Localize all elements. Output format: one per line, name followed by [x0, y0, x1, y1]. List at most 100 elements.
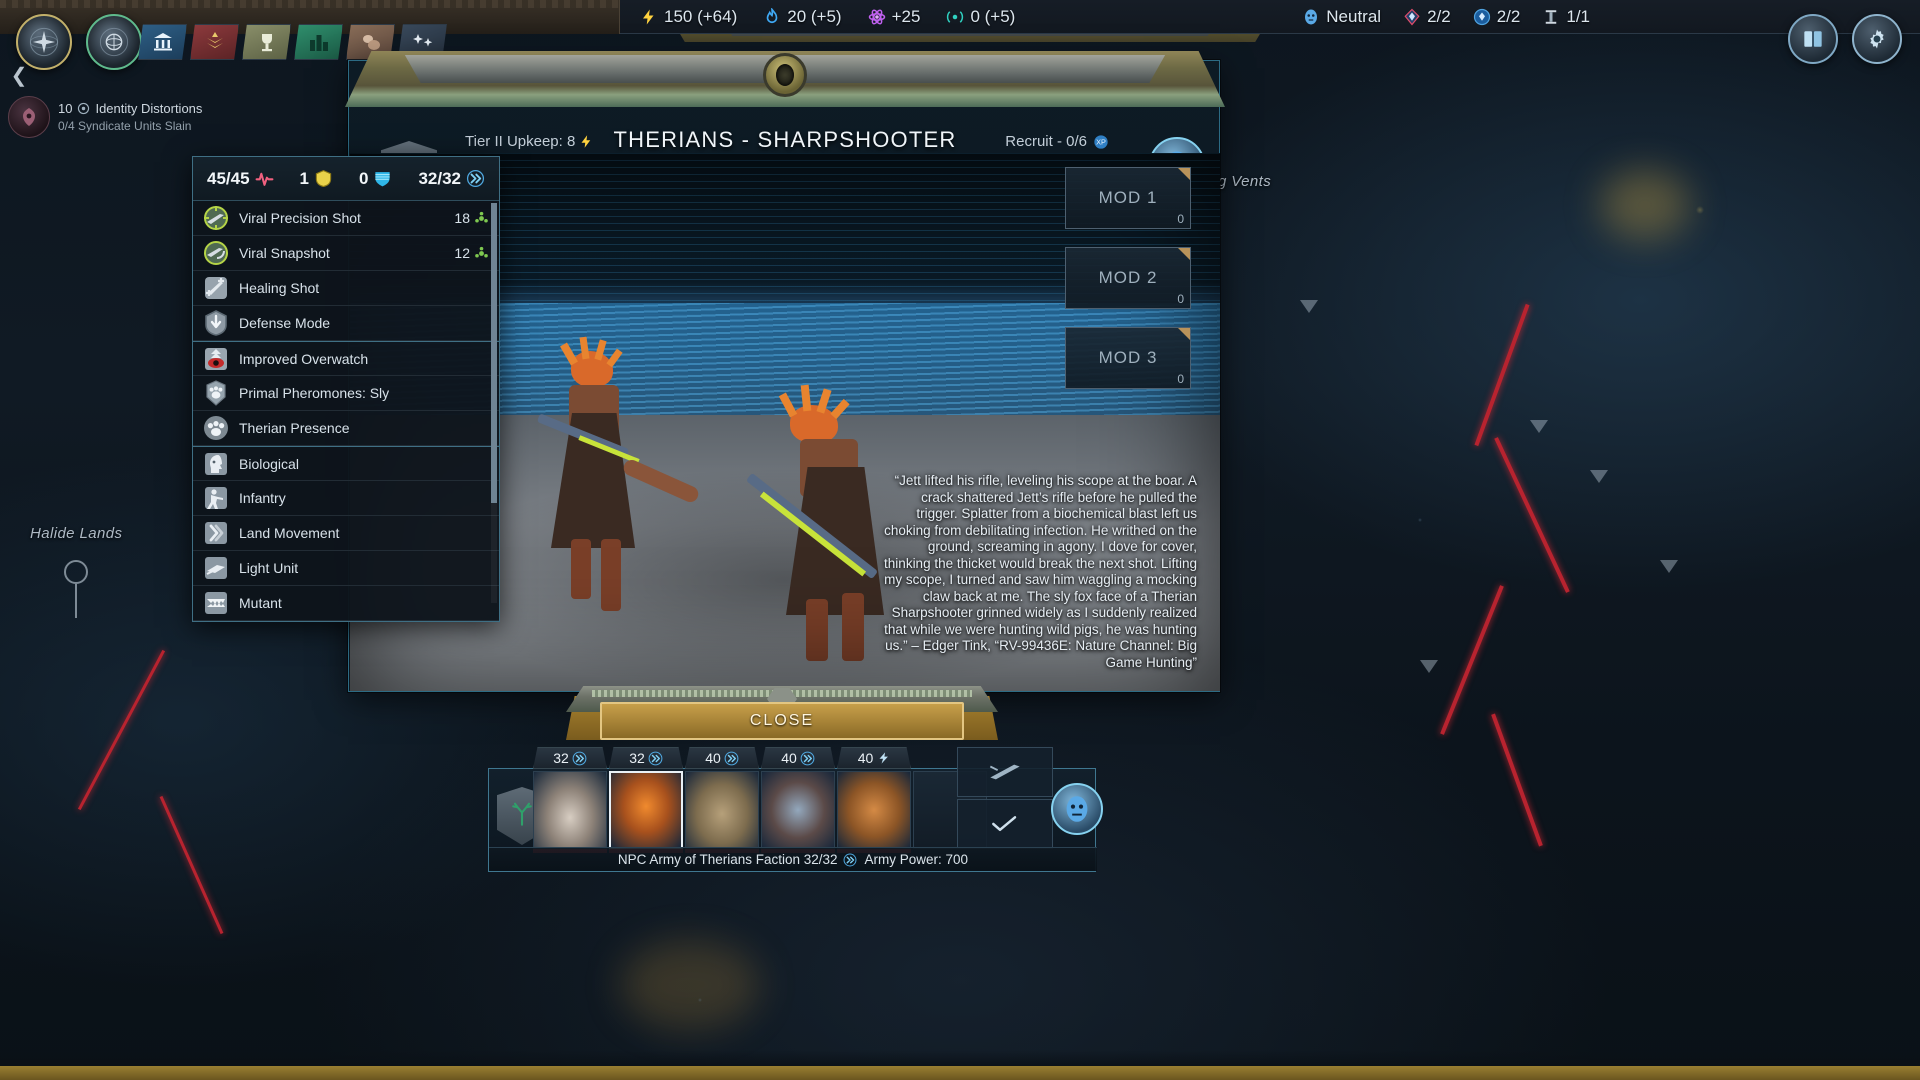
flame-icon — [763, 8, 781, 26]
territory-border — [1491, 713, 1543, 847]
tab-military[interactable] — [190, 24, 239, 60]
crown-red-icon — [1403, 8, 1421, 26]
gear-icon[interactable] — [1852, 14, 1902, 64]
resource-energy[interactable]: 150 (+64) — [640, 7, 737, 27]
map-label-halide-lands: Halide Lands — [30, 525, 123, 542]
resource-influence[interactable]: 0 (+5) — [946, 7, 1015, 27]
status-colonists-red[interactable]: 2/2 — [1403, 7, 1451, 27]
ability-mutant[interactable]: Mutant — [193, 586, 499, 621]
stat-hitpoints-value: 45/45 — [207, 168, 250, 188]
ability-value-number: 18 — [454, 210, 470, 226]
resource-production[interactable]: 20 (+5) — [763, 7, 842, 27]
ability-label: Land Movement — [239, 525, 340, 541]
bottom-shade — [0, 1050, 1920, 1066]
mod-slot-group: MOD 1 0 MOD 2 0 MOD 3 0 — [1065, 167, 1191, 407]
army-split-button[interactable] — [957, 747, 1053, 797]
mod-slot-2[interactable]: MOD 2 0 — [1065, 247, 1191, 309]
quest-progress: 0/4 Syndicate Units Slain — [58, 119, 192, 133]
unit-flavor-text: “Jett lifted his rifle, leveling his sco… — [884, 473, 1197, 670]
resource-research[interactable]: +25 — [868, 7, 920, 27]
mod-corner-icon — [1178, 248, 1190, 260]
mod-corner-icon — [1178, 168, 1190, 180]
lightning-icon — [640, 8, 658, 26]
army-unit-hp: 40 — [685, 747, 759, 769]
status-diplomacy[interactable]: Neutral — [1302, 7, 1381, 27]
ability-label: Improved Overwatch — [239, 350, 369, 367]
army-confirm-button[interactable] — [957, 799, 1053, 849]
sniper-swirl-icon — [203, 240, 229, 266]
army-footer: NPC Army of Therians Faction 32/32 Army … — [489, 847, 1097, 871]
bio-damage-icon — [474, 211, 489, 226]
ability-label: Biological — [239, 455, 299, 472]
mod-slot-1[interactable]: MOD 1 0 — [1065, 167, 1191, 229]
resource-group-left: 150 (+64) 20 (+5) +25 0 (+5) — [640, 0, 1015, 34]
xp-icon: XP — [1093, 134, 1109, 150]
ability-list-scroll-thumb[interactable] — [491, 203, 497, 503]
ability-list-scrollbar[interactable] — [491, 203, 497, 603]
army-unit-hp: 40 — [761, 747, 835, 769]
resource-production-value: 20 (+5) — [787, 7, 842, 26]
ability-land-movement[interactable]: Land Movement — [193, 516, 499, 551]
unit-recruit-label: Recruit - 0/6 — [1005, 133, 1087, 150]
mod-slot-1-count: 0 — [1177, 212, 1184, 226]
move-icon — [572, 751, 587, 766]
map-marker-icon — [1660, 560, 1678, 573]
overwatch-eye-icon — [203, 346, 229, 372]
medkit-icon — [203, 275, 229, 301]
army-unit-hp-value: 32 — [553, 750, 569, 766]
mod-slot-3[interactable]: MOD 3 0 — [1065, 327, 1191, 389]
army-name: NPC Army of Therians Faction 32/32 — [617, 852, 838, 867]
status-colonists-red-value: 2/2 — [1427, 7, 1451, 26]
pillar-icon — [1542, 8, 1560, 26]
ability-improved-overwatch[interactable]: Improved Overwatch — [193, 341, 499, 376]
status-colonists-blue[interactable]: 2/2 — [1473, 7, 1520, 27]
resource-energy-value: 150 (+64) — [664, 7, 738, 26]
army-unit-hp-value: 40 — [857, 750, 874, 766]
ability-defense-mode[interactable]: Defense Mode — [193, 306, 499, 341]
teeth-icon — [203, 590, 229, 616]
ability-biological[interactable]: Biological — [193, 446, 499, 481]
resource-group-right: Neutral 2/2 2/2 1/1 — [1302, 0, 1590, 34]
lightning-icon — [579, 134, 594, 149]
territory-border — [77, 649, 166, 811]
ability-label: Primal Pheromones: Sly — [239, 385, 390, 401]
status-sectors[interactable]: 1/1 — [1542, 7, 1590, 27]
status-sectors-value: 1/1 — [1566, 7, 1590, 26]
bottom-gold-strip — [0, 1066, 1920, 1080]
army-power: Army Power: 700 — [864, 852, 969, 867]
face-icon — [1302, 8, 1320, 26]
planet-overview-button[interactable] — [86, 14, 142, 70]
resource-influence-value: 0 (+5) — [970, 7, 1016, 26]
ability-primal-pheromones-sly[interactable]: Primal Pheromones: Sly — [193, 376, 499, 411]
quest-tracker[interactable]: 10 Identity Distortions 0/4 Syndicate Un… — [8, 92, 278, 142]
unit-ability-list: Viral Precision Shot 18 Viral Snapshot 1… — [193, 201, 499, 621]
help-button[interactable] — [1788, 14, 1838, 64]
ability-label: Viral Snapshot — [239, 245, 330, 261]
tab-government[interactable] — [138, 24, 187, 60]
top-right-button-group — [1788, 14, 1902, 64]
ability-viral-snapshot[interactable]: Viral Snapshot 12 — [193, 236, 499, 271]
map-glow-orb — [1600, 170, 1690, 240]
close-button[interactable]: CLOSE — [600, 702, 964, 740]
ability-infantry[interactable]: Infantry — [193, 481, 499, 516]
ability-value: 12 — [454, 245, 489, 261]
army-commander-avatar[interactable] — [1051, 783, 1103, 835]
heartbeat-icon — [255, 169, 274, 188]
tab-cities[interactable] — [294, 24, 343, 60]
army-unit-portrait — [837, 771, 911, 849]
quest-count: 10 — [58, 101, 73, 116]
ability-healing-shot[interactable]: Healing Shot — [193, 271, 499, 306]
ability-light-unit[interactable]: Light Unit — [193, 551, 499, 586]
empire-orb-group — [16, 14, 142, 70]
tab-victory[interactable] — [242, 24, 291, 60]
territory-border — [1440, 585, 1504, 735]
ability-therian-presence[interactable]: Therian Presence — [193, 411, 499, 446]
move-icon — [648, 751, 663, 766]
back-button[interactable]: ❮ — [6, 60, 32, 90]
ability-label: Healing Shot — [239, 280, 320, 296]
map-glow-orb — [620, 940, 760, 1030]
ability-viral-precision-shot[interactable]: Viral Precision Shot 18 — [193, 201, 499, 236]
army-unit-hp-value: 40 — [705, 750, 721, 766]
stat-armor: 1 — [300, 169, 333, 189]
territory-border — [1474, 303, 1530, 447]
